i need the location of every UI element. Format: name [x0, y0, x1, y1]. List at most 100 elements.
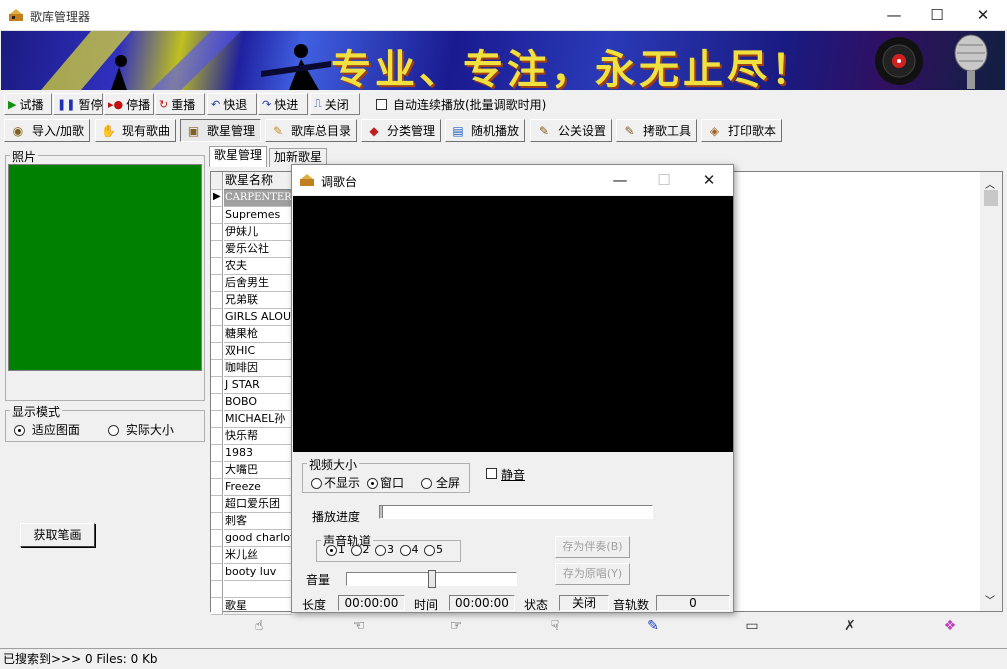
random-play-button[interactable]: ▤ 随机播放 — [445, 119, 525, 142]
row-indicator[interactable] — [211, 258, 223, 275]
table-row[interactable]: 糖果枪 — [224, 326, 292, 343]
table-row[interactable] — [224, 581, 292, 598]
close-button[interactable]: ✕ — [960, 0, 1006, 30]
row-indicator[interactable] — [211, 224, 223, 241]
category-management-button[interactable]: ◆ 分类管理 — [361, 119, 441, 142]
catalog-button[interactable]: ✎ 歌库总目录 — [265, 119, 357, 142]
public-settings-button[interactable]: ✎ 公关设置 — [530, 119, 612, 142]
row-indicator[interactable] — [211, 547, 223, 564]
dialog-close-button[interactable]: ✕ — [686, 165, 732, 195]
row-indicator[interactable] — [211, 530, 223, 547]
grid-header-singer-name[interactable]: 歌星名称 — [224, 172, 292, 190]
replay-button[interactable]: ↻ 重播 — [155, 93, 205, 115]
table-row[interactable]: 农夫 — [224, 258, 292, 275]
row-indicator[interactable] — [211, 275, 223, 292]
row-indicator[interactable] — [211, 581, 223, 598]
row-indicator[interactable]: ▶ — [211, 190, 223, 207]
row-indicator[interactable] — [211, 377, 223, 394]
tab-singer-management[interactable]: 歌星管理 — [209, 146, 268, 167]
refresh-icon[interactable]: ❖ — [940, 618, 960, 636]
table-row[interactable]: 兄弟联 — [224, 292, 292, 309]
row-indicator[interactable] — [211, 326, 223, 343]
row-indicator[interactable] — [211, 564, 223, 581]
forward-button[interactable]: ↷ 快进 — [258, 93, 308, 115]
save-accompaniment-button[interactable]: 存为伴奏(B) — [555, 536, 630, 558]
table-row[interactable]: 伊妹儿 — [224, 224, 292, 241]
table-row[interactable]: 爱乐公社 — [224, 241, 292, 258]
import-button[interactable]: ◉ 导入/加歌 — [4, 119, 90, 142]
track-1-radio[interactable]: 1 — [326, 543, 347, 556]
table-row[interactable]: 快乐帮 — [224, 428, 292, 445]
table-row[interactable]: good charlotte — [224, 530, 292, 547]
track-2-radio[interactable]: 2 — [350, 543, 372, 556]
scroll-up-icon[interactable]: ︿ — [985, 176, 995, 191]
table-row[interactable]: Freeze — [224, 479, 292, 496]
fit-radio[interactable]: 适应图面 — [14, 421, 80, 438]
scroll-thumb[interactable] — [984, 190, 998, 206]
table-row[interactable]: 刺客 — [224, 513, 292, 530]
table-row[interactable]: CARPENTERS — [224, 190, 292, 207]
row-indicator[interactable] — [211, 428, 223, 445]
table-row[interactable]: BOBO — [224, 394, 292, 411]
row-indicator[interactable] — [211, 343, 223, 360]
cancel-icon[interactable]: ✗ — [840, 618, 860, 636]
mute-checkbox[interactable]: 静音 — [486, 466, 525, 483]
table-row[interactable]: 超口爱乐团 — [224, 496, 292, 513]
row-indicator[interactable] — [211, 496, 223, 513]
track-4-radio[interactable]: 4 — [399, 543, 421, 556]
last-icon[interactable]: ☟ — [545, 618, 565, 636]
row-indicator[interactable] — [211, 598, 223, 615]
row-indicator[interactable] — [211, 394, 223, 411]
auto-play-check-box[interactable] — [376, 98, 387, 110]
next-icon[interactable]: ☞ — [446, 618, 466, 636]
pause-button[interactable]: ❚❚ 暂停 — [53, 93, 103, 115]
progress-thumb[interactable] — [380, 506, 383, 518]
table-row[interactable]: 1983 — [224, 445, 292, 462]
table-row[interactable]: 咖啡因 — [224, 360, 292, 377]
edit-icon[interactable]: ✎ — [643, 618, 663, 636]
play-button[interactable]: ▶ 试播 — [4, 93, 52, 115]
actual-size-radio-button[interactable] — [108, 425, 119, 436]
mute-check-box[interactable] — [486, 468, 497, 479]
row-indicator[interactable] — [211, 411, 223, 428]
table-row[interactable]: GIRLS ALOUD — [224, 309, 292, 326]
row-indicator[interactable] — [211, 462, 223, 479]
row-indicator[interactable] — [211, 207, 223, 224]
vertical-scrollbar[interactable]: ︿ ﹀ — [980, 172, 1002, 611]
window-radio[interactable]: 窗口 — [367, 474, 404, 491]
table-row[interactable]: 大嘴巴 — [224, 462, 292, 479]
row-indicator[interactable] — [211, 360, 223, 377]
row-indicator[interactable] — [211, 445, 223, 462]
no-display-radio[interactable]: 不显示 — [311, 474, 360, 491]
progress-slider[interactable] — [379, 505, 653, 519]
actual-size-radio[interactable]: 实际大小 — [108, 421, 174, 438]
maximize-button[interactable]: ☐ — [914, 0, 960, 30]
stop-button[interactable]: ▸● 停播 — [104, 93, 154, 115]
copy-tool-button[interactable]: ✎ 拷歌工具 — [616, 119, 697, 142]
existing-songs-button[interactable]: ✋ 现有歌曲 — [95, 119, 176, 142]
rewind-button[interactable]: ↶ 快退 — [207, 93, 257, 115]
row-indicator[interactable] — [211, 309, 223, 326]
table-row[interactable]: 歌星 — [224, 598, 292, 615]
table-row[interactable]: J STAR — [224, 377, 292, 394]
fullscreen-radio-button[interactable] — [421, 478, 432, 489]
track-5-radio[interactable]: 5 — [424, 543, 443, 556]
row-indicator[interactable] — [211, 513, 223, 530]
table-row[interactable]: Supremes — [224, 207, 292, 224]
first-icon[interactable]: ☝ — [249, 618, 269, 636]
save-original-button[interactable]: 存为原唱(Y) — [555, 563, 630, 585]
minimize-button[interactable]: — — [871, 0, 917, 30]
get-strokes-button[interactable]: 获取笔画 — [20, 523, 95, 547]
table-row[interactable]: 米儿丝 — [224, 547, 292, 564]
table-row[interactable]: MICHAEL孙 — [224, 411, 292, 428]
prior-icon[interactable]: ☜ — [349, 618, 369, 636]
volume-thumb[interactable] — [428, 570, 436, 588]
fit-radio-button[interactable] — [14, 425, 25, 436]
print-songbook-button[interactable]: ◈ 打印歌本 — [701, 119, 782, 142]
window-radio-button[interactable] — [367, 478, 378, 489]
table-row[interactable]: 双HIC — [224, 343, 292, 360]
singer-management-button[interactable]: ▣ 歌星管理 — [180, 119, 261, 142]
fullscreen-radio[interactable]: 全屏 — [421, 474, 460, 491]
dialog-minimize-button[interactable]: — — [598, 165, 642, 195]
save-icon[interactable]: ▭ — [742, 618, 762, 636]
